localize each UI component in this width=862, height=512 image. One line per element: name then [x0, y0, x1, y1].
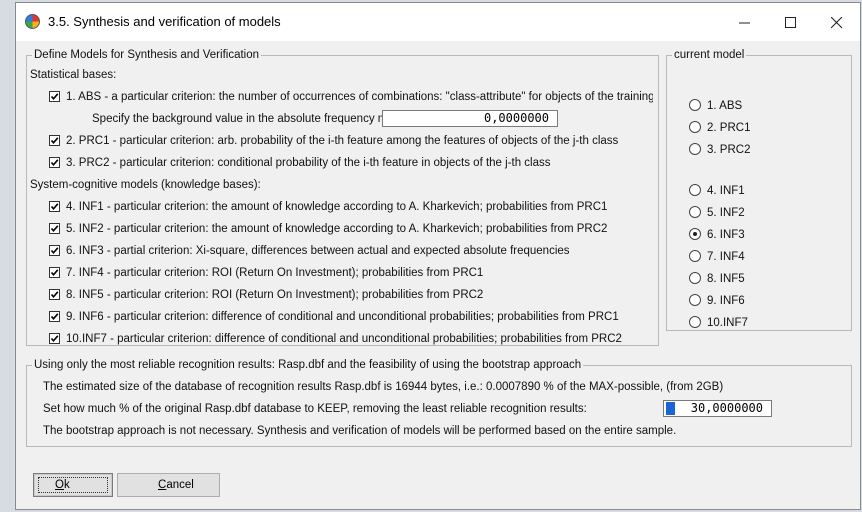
radio-circle[interactable]	[689, 272, 701, 284]
window-title: 3.5. Synthesis and verification of model…	[48, 14, 281, 29]
current-model-legend: current model	[674, 49, 745, 61]
cancel-button-label: Cancel	[158, 479, 194, 491]
keep-percent-input[interactable]: 30,0000000	[663, 400, 772, 417]
model-inf6-checkbox[interactable]: 9. INF6 - particular criterion: differen…	[49, 309, 619, 325]
app-icon	[25, 14, 40, 29]
radio-inf6[interactable]: 9. INF6	[689, 293, 745, 309]
model-inf5-checkbox[interactable]: 8. INF5 - particular criterion: ROI (Ret…	[49, 287, 483, 303]
check-icon	[50, 137, 59, 145]
radio-circle[interactable]	[689, 206, 701, 218]
model-inf2-label: 5. INF2 - particular criterion: the amou…	[66, 223, 608, 235]
radio-circle[interactable]	[689, 143, 701, 155]
model-inf1-label: 4. INF1 - particular criterion: the amou…	[66, 201, 608, 213]
keep-percent-label: Set how much % of the original Rasp.dbf …	[43, 403, 587, 415]
checkbox-box[interactable]	[49, 311, 60, 322]
title-bar[interactable]: 3.5. Synthesis and verification of model…	[16, 3, 860, 41]
close-button[interactable]	[814, 3, 860, 41]
radio-abs-label: 1. ABS	[707, 100, 743, 112]
ok-button[interactable]: Ok	[33, 473, 113, 497]
checkbox-box[interactable]	[49, 135, 60, 146]
radio-inf2-label: 5. INF2	[707, 207, 745, 219]
radio-circle-selected[interactable]	[689, 228, 701, 240]
radio-inf7-label: 10.INF7	[707, 317, 748, 329]
checkbox-box[interactable]	[49, 201, 60, 212]
radio-circle[interactable]	[689, 250, 701, 262]
minimize-button[interactable]	[722, 3, 768, 41]
model-inf7-label: 10.INF7 - particular criterion: differen…	[66, 333, 622, 345]
text-caret	[666, 402, 675, 415]
maximize-icon	[785, 17, 796, 28]
model-prc2-checkbox[interactable]: 3. PRC2 - particular criterion: conditio…	[49, 155, 551, 171]
radio-inf1-label: 4. INF1	[707, 185, 745, 197]
radio-inf3-label: 6. INF3	[707, 229, 745, 241]
model-prc1-label: 2. PRC1 - particular criterion: arb. pro…	[66, 135, 619, 147]
cognitive-models-heading: System-cognitive models (knowledge bases…	[30, 179, 261, 191]
model-inf4-checkbox[interactable]: 7. INF4 - particular criterion: ROI (Ret…	[49, 265, 483, 281]
check-icon	[50, 225, 59, 233]
radio-inf1[interactable]: 4. INF1	[689, 183, 745, 199]
background-value-label: Specify the background value in the abso…	[92, 113, 413, 125]
define-models-legend: Define Models for Synthesis and Verifica…	[34, 49, 260, 61]
background-value-input[interactable]: 0,0000000	[382, 110, 558, 127]
model-prc1-checkbox[interactable]: 2. PRC1 - particular criterion: arb. pro…	[49, 133, 618, 149]
model-prc2-label: 3. PRC2 - particular criterion: conditio…	[66, 157, 551, 169]
model-abs-label: 1. ABS - a particular criterion: the num…	[66, 91, 653, 103]
checkbox-box[interactable]	[49, 289, 60, 300]
check-icon	[50, 203, 59, 211]
radio-inf3[interactable]: 6. INF3	[689, 227, 745, 243]
check-icon	[50, 159, 59, 167]
dialog-window: 3.5. Synthesis and verification of model…	[15, 2, 861, 510]
minimize-icon	[739, 22, 750, 24]
radio-inf4-label: 7. INF4	[707, 251, 745, 263]
check-icon	[50, 247, 59, 255]
checkbox-box[interactable]	[49, 157, 60, 168]
radio-inf4[interactable]: 7. INF4	[689, 249, 745, 265]
model-inf5-label: 8. INF5 - particular criterion: ROI (Ret…	[66, 289, 484, 301]
model-inf3-checkbox[interactable]: 6. INF3 - partial criterion: Xi-square, …	[49, 243, 570, 259]
radio-prc1[interactable]: 2. PRC1	[689, 120, 750, 136]
model-abs-checkbox[interactable]: 1. ABS - a particular criterion: the num…	[49, 89, 653, 105]
close-icon	[831, 17, 843, 29]
radio-abs[interactable]: 1. ABS	[689, 98, 742, 114]
model-inf7-checkbox[interactable]: 10.INF7 - particular criterion: differen…	[49, 331, 622, 347]
radio-inf5[interactable]: 8. INF5	[689, 271, 745, 287]
checkbox-box[interactable]	[49, 91, 60, 102]
check-icon	[50, 93, 59, 101]
model-inf3-label: 6. INF3 - partial criterion: Xi-square, …	[66, 245, 570, 257]
radio-inf5-label: 8. INF5	[707, 273, 745, 285]
radio-circle[interactable]	[689, 121, 701, 133]
radio-prc1-label: 2. PRC1	[707, 122, 751, 134]
radio-circle[interactable]	[689, 294, 701, 306]
model-inf2-checkbox[interactable]: 5. INF2 - particular criterion: the amou…	[49, 221, 607, 237]
ok-button-label: Ok	[55, 479, 70, 491]
checkbox-box[interactable]	[49, 245, 60, 256]
model-inf1-checkbox[interactable]: 4. INF1 - particular criterion: the amou…	[49, 199, 607, 215]
radio-inf7[interactable]: 10.INF7	[689, 315, 748, 331]
radio-prc2[interactable]: 3. PRC2	[689, 142, 750, 158]
rasp-size-text: The estimated size of the database of re…	[43, 381, 724, 393]
radio-circle[interactable]	[689, 184, 701, 196]
focus-rectangle	[38, 477, 108, 493]
check-icon	[50, 291, 59, 299]
check-icon	[50, 335, 59, 343]
model-inf4-label: 7. INF4 - particular criterion: ROI (Ret…	[66, 267, 484, 279]
cancel-button[interactable]: Cancel	[117, 473, 220, 497]
statistical-bases-heading: Statistical bases:	[30, 69, 117, 81]
radio-inf2[interactable]: 5. INF2	[689, 205, 745, 221]
checkbox-box[interactable]	[49, 267, 60, 278]
maximize-button[interactable]	[768, 3, 814, 41]
checkbox-box[interactable]	[49, 223, 60, 234]
radio-circle[interactable]	[689, 99, 701, 111]
checkbox-box[interactable]	[49, 333, 60, 344]
reliability-legend: Using only the most reliable recognition…	[34, 359, 582, 371]
check-icon	[50, 269, 59, 277]
radio-inf6-label: 9. INF6	[707, 295, 745, 307]
radio-prc2-label: 3. PRC2	[707, 144, 751, 156]
model-inf6-label: 9. INF6 - particular criterion: differen…	[66, 311, 619, 323]
bootstrap-text: The bootstrap approach is not necessary.…	[43, 425, 677, 437]
check-icon	[50, 313, 59, 321]
keep-percent-value: 30,0000000	[690, 401, 763, 415]
radio-circle[interactable]	[689, 316, 701, 328]
